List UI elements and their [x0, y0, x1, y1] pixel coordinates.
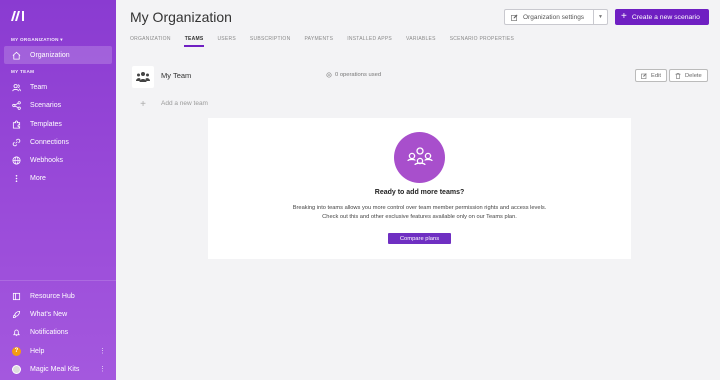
delete-team-button[interactable]: Delete	[669, 69, 708, 82]
tab-subscription[interactable]: SUBSCRIPTION	[250, 33, 291, 47]
tab-payments[interactable]: PAYMENTS	[304, 33, 333, 47]
sidebar-item-label: Help	[30, 347, 45, 355]
operations-used-label: 0 operations used	[335, 72, 382, 78]
sidebar-item-account[interactable]: Magic Meal Kits ⋮	[4, 360, 112, 378]
gear-icon	[326, 72, 332, 78]
sidebar: MY ORGANIZATION ▾ Organization MY TEAM T…	[0, 0, 116, 380]
link-icon	[12, 138, 21, 147]
operations-used: 0 operations used	[326, 72, 381, 78]
chevron-down-icon[interactable]: ▼	[594, 14, 607, 20]
team-name[interactable]: My Team	[161, 71, 191, 80]
sidebar-item-label: Webhooks	[30, 156, 63, 164]
delete-team-label: Delete	[685, 72, 702, 79]
sidebar-item-notifications[interactable]: Notifications	[4, 323, 112, 341]
tab-installed-apps[interactable]: INSTALLED APPS	[347, 33, 392, 47]
tab-variables[interactable]: VARIABLES	[406, 33, 436, 47]
puzzle-icon	[12, 120, 21, 129]
sidebar-item-label: What's New	[30, 310, 68, 318]
sidebar-item-resource-hub[interactable]: Resource Hub	[4, 287, 112, 305]
org-section-label[interactable]: MY ORGANIZATION ▾	[11, 37, 63, 43]
sidebar-item-label: Notifications	[30, 328, 69, 336]
tab-users[interactable]: USERS	[217, 33, 235, 47]
make-logo-icon[interactable]	[11, 10, 25, 22]
sidebar-item-team[interactable]: Team	[4, 78, 112, 96]
plus-icon[interactable]: +	[132, 93, 154, 115]
sidebar-item-label: Resource Hub	[30, 292, 75, 300]
sidebar-item-organization[interactable]: Organization	[4, 46, 112, 64]
edit-icon	[511, 14, 518, 21]
sidebar-item-label: More	[30, 174, 46, 182]
upsell-text-line-1: Breaking into teams allows you more cont…	[292, 205, 547, 211]
book-icon	[12, 292, 21, 301]
bell-icon	[12, 328, 21, 337]
tab-organization[interactable]: ORGANIZATION	[130, 33, 171, 47]
trash-icon	[675, 72, 681, 79]
help-icon: ?	[12, 346, 21, 356]
team-icon	[136, 72, 150, 82]
rocket-icon	[12, 310, 21, 319]
edit-icon	[641, 72, 647, 79]
teams-upsell-card: Ready to add more teams? Breaking into t…	[208, 118, 631, 259]
upsell-text-line-2: Check out this and other exclusive featu…	[322, 214, 517, 220]
more-vertical-icon	[12, 174, 21, 183]
create-scenario-button[interactable]: + Create a new scenario	[615, 9, 709, 25]
globe-icon	[12, 155, 21, 165]
page-title: My Organization	[130, 9, 232, 25]
sidebar-item-templates[interactable]: Templates	[4, 115, 112, 133]
sidebar-item-label: Organization	[30, 51, 70, 59]
sidebar-item-more[interactable]: More	[4, 169, 112, 187]
team-network-icon	[406, 146, 433, 165]
home-icon	[12, 51, 21, 60]
teams-illustration	[394, 132, 445, 183]
team-section-label: MY TEAM	[11, 69, 35, 74]
sidebar-item-label: Scenarios	[30, 101, 62, 109]
sidebar-item-connections[interactable]: Connections	[4, 133, 112, 151]
sidebar-item-label: Team	[30, 83, 48, 91]
sidebar-item-webhooks[interactable]: Webhooks	[4, 151, 112, 169]
tab-teams[interactable]: TEAMS	[183, 33, 205, 47]
more-vertical-icon[interactable]: ⋮	[99, 365, 106, 373]
upsell-title: Ready to add more teams?	[374, 189, 465, 196]
users-icon	[12, 83, 21, 92]
plus-icon: +	[621, 11, 627, 22]
tab-bar: ORGANIZATION TEAMS USERS SUBSCRIPTION PA…	[130, 33, 528, 47]
edit-team-button[interactable]: Edit	[635, 69, 667, 82]
sidebar-item-label: Connections	[30, 138, 69, 146]
organization-settings-button[interactable]: Organization settings ▼	[504, 9, 608, 25]
more-vertical-icon[interactable]: ⋮	[99, 347, 106, 355]
sidebar-item-label: Magic Meal Kits	[30, 365, 80, 373]
edit-team-label: Edit	[651, 72, 661, 79]
tab-scenario-properties[interactable]: SCENARIO PROPERTIES	[450, 33, 514, 47]
create-scenario-label: Create a new scenario	[631, 13, 700, 21]
team-avatar	[132, 66, 154, 88]
add-new-team-link[interactable]: Add a new team	[161, 100, 208, 107]
sidebar-divider	[0, 280, 116, 281]
share-icon	[12, 100, 21, 110]
sidebar-item-help[interactable]: ? Help ⋮	[4, 342, 112, 360]
sidebar-item-scenarios[interactable]: Scenarios	[4, 96, 112, 114]
sidebar-item-whats-new[interactable]: What's New	[4, 305, 112, 323]
sidebar-item-label: Templates	[30, 120, 62, 128]
compare-plans-button[interactable]: Compare plans	[388, 233, 451, 244]
organization-settings-label: Organization settings	[523, 13, 585, 21]
avatar-icon	[12, 364, 21, 374]
